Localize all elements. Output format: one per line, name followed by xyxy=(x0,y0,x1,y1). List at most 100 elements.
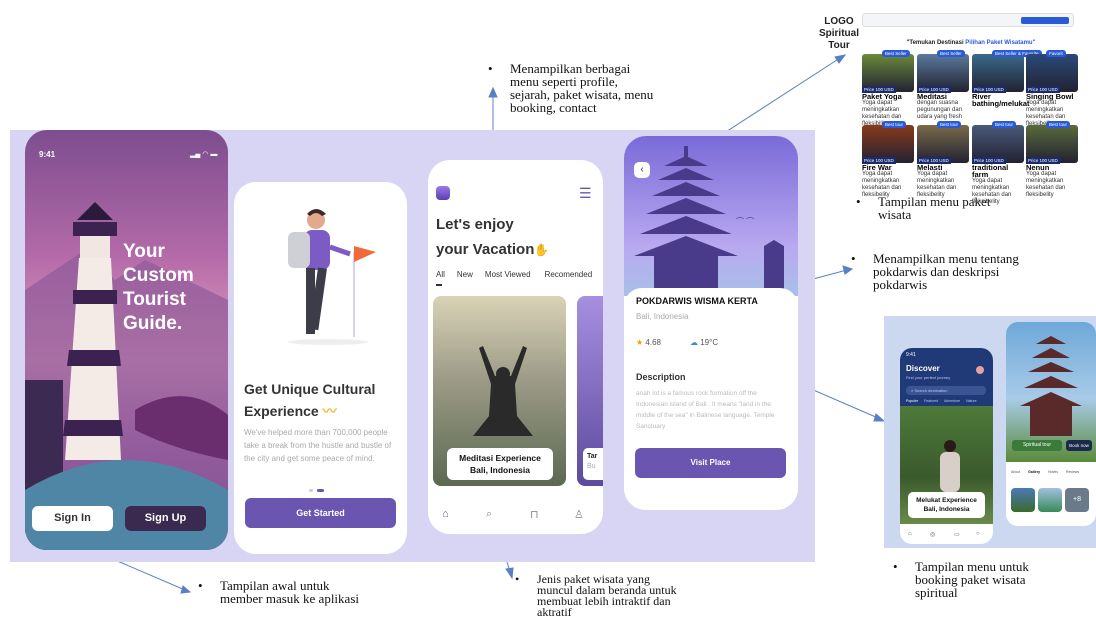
tab-most-viewed[interactable]: Most Viewed xyxy=(485,270,531,279)
onboarding-body: We've helped more than 700,000 people ta… xyxy=(244,428,392,463)
screen-signin: 9:41 ▂▄ ◠ ▬ Your Custom Tourist Guide. S… xyxy=(25,130,228,550)
detail-tab-about[interactable]: About xyxy=(1011,470,1020,474)
tab-new[interactable]: New xyxy=(457,270,473,279)
lighthouse-illustration xyxy=(25,202,228,550)
meditation-figure xyxy=(473,346,533,436)
bottom-nav: ⌂ ⌕ ⊓ ♙ xyxy=(428,500,603,534)
avatar[interactable] xyxy=(976,366,984,374)
category-tabs: All New Most Viewed Recomended xyxy=(436,270,592,279)
visit-place-button[interactable]: Visit Place xyxy=(635,448,786,478)
tour-badge: Best tour xyxy=(992,121,1017,128)
discover-title: Discover xyxy=(906,364,940,373)
tour-badge: Best Seller xyxy=(882,50,910,57)
home-title-2: your Vacation xyxy=(436,241,535,258)
hero-title-4: Guide. xyxy=(123,313,183,334)
tour-desc: dengan suasna pegunungan dan udara yang … xyxy=(917,100,963,120)
booking-phone-detail: Spiritual tour Book now About Gallery Hote… xyxy=(1006,322,1096,526)
tour-badge: Best Seller xyxy=(937,50,965,57)
status-icons: ▂▄ ◠ ▬ xyxy=(190,151,218,158)
tour-card-label: Meditasi Experience Bali, Indonesia xyxy=(447,448,553,480)
tab-all[interactable]: All xyxy=(436,270,445,279)
logo-line1: LOGO xyxy=(824,16,854,27)
tour-info: Nenun Yoga dapat meningkatkan kesehatan d… xyxy=(1026,164,1078,199)
place-location: Bali, Indonesia xyxy=(636,312,689,321)
menu-icon[interactable]: ☰ xyxy=(579,185,592,202)
bnav-profile-icon[interactable]: ○ xyxy=(976,531,980,537)
book-now-button[interactable]: Book now xyxy=(1066,440,1092,451)
tour-badge: Best tour xyxy=(1046,121,1071,128)
discover-search[interactable]: ⌕ Search destination xyxy=(906,386,986,395)
tour-badge: Best tour xyxy=(937,121,962,128)
tour-desc: Yoga dapat meningkatkan kesehatan dan fl… xyxy=(1026,171,1066,198)
detail-tab-gallery[interactable]: Gallery xyxy=(1028,470,1040,474)
web-heading: "Temukan Destinasi Pilihan Paket Wisatam… xyxy=(866,40,1076,46)
search-icon[interactable]: ⌕ xyxy=(486,508,492,521)
screen-detail: ⌒ ⌒ ‹ POKDARWIS WISMA KERTA Bali, Indone… xyxy=(624,136,798,510)
tour-card-next-line1: Tar xyxy=(587,453,598,460)
booking-panel: 9:41 Discover Find your perfect journey … xyxy=(884,316,1096,548)
temp-value: 19°C xyxy=(700,338,719,347)
bnav-chat-icon[interactable]: ▭ xyxy=(954,531,960,538)
home-icon[interactable]: ⌂ xyxy=(442,508,449,520)
pager-dots xyxy=(309,479,331,510)
status-time: 9:41 xyxy=(39,150,56,159)
detail-tab-reviews[interactable]: Reviews xyxy=(1066,470,1079,474)
weather: ☁ 19°C xyxy=(690,338,718,347)
gallery-thumb-1[interactable] xyxy=(1011,488,1035,512)
discover-search-text: Search destination xyxy=(914,388,948,393)
bookmark-icon[interactable]: ⊓ xyxy=(530,508,539,521)
hero-title-3: Tourist xyxy=(123,289,186,310)
gallery-more[interactable]: +8 xyxy=(1065,488,1089,512)
dtab-adventure[interactable]: Adventure xyxy=(944,399,960,403)
tour-card-next[interactable]: Tar Bu xyxy=(577,296,603,486)
dtab-featured[interactable]: Featured xyxy=(924,399,938,403)
melukat-line1: Melukat Experience xyxy=(916,497,977,504)
note-menu-text: Menampilkan berbagai menu seperti profil… xyxy=(510,61,654,115)
description-text: anah lot is a famous rock formation off … xyxy=(636,390,775,430)
tour-badge: Best tour xyxy=(882,121,907,128)
tour-name: Singing Bowl xyxy=(1026,92,1074,101)
temple-hero: ⌒ ⌒ ‹ xyxy=(624,136,798,296)
tour-card-next-label: Tar Bu xyxy=(583,448,603,480)
booking-temple-hero: Spiritual tour Book now xyxy=(1006,322,1096,462)
melukat-card[interactable]: Melukat Experience Bali, Indonesia xyxy=(900,406,993,524)
discover-tabs: Populer Featured Adventure Nature xyxy=(906,399,977,403)
note-booking: • Tampilan menu untuk booking paket wisat… xyxy=(893,559,1029,600)
tour-info: Meditasi dengan suasna pegunungan dan uda… xyxy=(917,93,969,121)
note-jenis-text: Jenis paket wisata yang muncul dalam ber… xyxy=(537,572,677,619)
dtab-nature[interactable]: Nature xyxy=(966,399,977,403)
discover-subtitle: Find your perfect journey xyxy=(906,375,951,380)
tab-recomended[interactable]: Recomended xyxy=(545,270,593,279)
note-jenis: • Jenis paket wisata yang muncul dalam be… xyxy=(515,572,677,619)
note-pokdarwis: • Menampilkan menu tentang pokdarwis dan … xyxy=(851,251,1019,292)
tour-desc: Yoga dapat meningkatkan kesehatan dan fl… xyxy=(862,171,902,198)
tour-card-line2: Bali, Indonesia xyxy=(470,465,530,475)
web-search-button[interactable] xyxy=(1021,17,1069,24)
signin-button[interactable]: Sign In xyxy=(32,506,113,531)
melukat-figure xyxy=(940,440,960,492)
star-icon: ★ xyxy=(636,338,644,347)
back-button[interactable]: ‹ xyxy=(634,162,650,178)
signup-button[interactable]: Sign Up xyxy=(125,506,206,531)
tour-card-line1: Meditasi Experience xyxy=(459,453,541,463)
dtab-populer[interactable]: Populer xyxy=(906,399,918,403)
web-searchbar[interactable] xyxy=(862,13,1074,27)
detail-tabs: About Gallery Hotels Reviews xyxy=(1011,470,1079,474)
tour-card-meditasi[interactable]: Meditasi Experience Bali, Indonesia xyxy=(433,296,566,486)
melukat-label: Melukat Experience Bali, Indonesia xyxy=(908,492,985,518)
temple-illustration: ⌒ ⌒ xyxy=(634,146,784,296)
detail-tab-hotels[interactable]: Hotels xyxy=(1048,470,1058,474)
mockup-panel: 9:41 ▂▄ ◠ ▬ Your Custom Tourist Guide. S… xyxy=(10,130,815,562)
description-title: Description xyxy=(636,372,686,382)
onboarding-title-1: Get Unique Cultural xyxy=(244,381,376,397)
get-started-button[interactable]: Get Started xyxy=(245,498,396,528)
profile-icon[interactable]: ♙ xyxy=(574,508,584,521)
bnav-home-icon[interactable]: ⌂ xyxy=(908,531,912,537)
tour-card-next-line2: Bu xyxy=(587,463,596,470)
gallery-thumb-2[interactable] xyxy=(1038,488,1062,512)
place-name: POKDARWIS WISMA KERTA xyxy=(636,296,758,306)
booking-time: 9:41 xyxy=(906,352,916,358)
onboarding-title-2: Experience xyxy=(244,403,319,419)
bnav-compass-icon[interactable]: ◎ xyxy=(930,531,935,538)
web-heading-prefix: "Temukan Destinasi xyxy=(906,40,966,46)
